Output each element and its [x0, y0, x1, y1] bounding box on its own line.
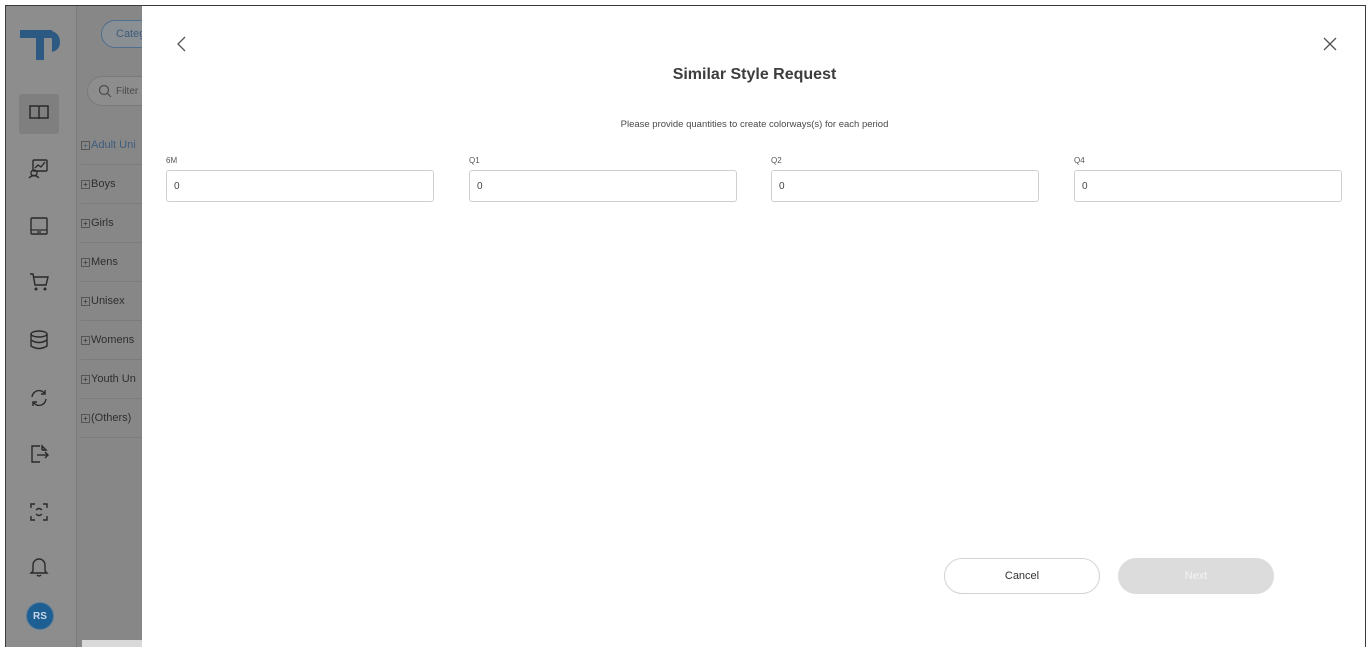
close-icon: [1323, 37, 1337, 51]
category-panel: Categ Filter + Adult Uni + Boys + Girls + Me…: [76, 6, 161, 647]
tree-item[interactable]: + Adult Uni: [81, 126, 147, 165]
left-nav-rail: RS: [6, 6, 76, 647]
tree-item-label: Youth Un: [91, 373, 136, 385]
tree-item[interactable]: + Womens: [81, 321, 147, 360]
rail-item-cart[interactable]: [23, 268, 55, 300]
period-field-q1: Q1: [469, 156, 737, 202]
tree-item[interactable]: + Boys: [81, 165, 147, 204]
field-label: Q4: [1074, 156, 1085, 165]
expand-icon: +: [81, 180, 90, 189]
cart-icon: [28, 271, 50, 298]
rail-item-scan[interactable]: [23, 498, 55, 530]
tree-item[interactable]: + Mens: [81, 243, 147, 282]
next-button[interactable]: Next: [1118, 558, 1274, 594]
expand-icon: +: [81, 375, 90, 384]
rail-item-catalog[interactable]: [19, 94, 59, 134]
sync-icon: [28, 387, 50, 414]
tree-item[interactable]: + Girls: [81, 204, 147, 243]
export-icon: [28, 443, 50, 470]
database-icon: [28, 329, 50, 356]
expand-icon: +: [81, 258, 90, 267]
expand-icon: +: [81, 414, 90, 423]
rail-item-monitor[interactable]: [23, 212, 55, 244]
rail-item-export[interactable]: [23, 440, 55, 472]
modal-subtitle: Please provide quantities to create colo…: [620, 119, 889, 130]
app-window: RS Categ Filter + Adult Uni + Boys + Girls …: [5, 5, 1366, 647]
expand-icon: +: [81, 297, 90, 306]
quantity-input-q4[interactable]: [1074, 170, 1342, 202]
panel-scrollbar[interactable]: [82, 640, 142, 647]
tree-item-label: (Others): [91, 412, 132, 424]
tree-item-label: Unisex: [91, 295, 125, 307]
catalog-book-icon: [28, 101, 50, 128]
rail-item-notifications[interactable]: [23, 552, 55, 584]
period-field-q2: Q2: [771, 156, 1039, 202]
period-field-6m: 6M: [166, 156, 434, 202]
modal-title: Similar Style Request: [672, 66, 837, 83]
quantity-input-q2[interactable]: [771, 170, 1039, 202]
quantity-input-6m[interactable]: [166, 170, 434, 202]
filter-placeholder: Filter: [116, 86, 139, 97]
analytics-chart-icon: [28, 157, 50, 184]
rail-item-database[interactable]: [23, 326, 55, 358]
field-label: 6M: [166, 156, 178, 165]
chevron-left-icon: [177, 36, 186, 52]
field-label: Q1: [469, 156, 480, 165]
scan-icon: [28, 501, 50, 528]
tree-item[interactable]: + Youth Un: [81, 360, 147, 399]
tree-item-label: Mens: [91, 256, 118, 268]
period-field-q4: Q4: [1074, 156, 1342, 202]
rail-item-analytics[interactable]: [23, 154, 55, 186]
rail-item-sync[interactable]: [23, 384, 55, 416]
tree-item-label: Adult Uni: [91, 139, 136, 151]
quantity-input-q1[interactable]: [469, 170, 737, 202]
field-label: Q2: [771, 156, 782, 165]
tree-item-label: Womens: [91, 334, 135, 346]
expand-icon: +: [81, 219, 90, 228]
expand-icon: +: [81, 336, 90, 345]
tree-item[interactable]: + (Others): [81, 399, 147, 438]
expand-icon: +: [81, 141, 90, 150]
back-button[interactable]: [172, 34, 192, 54]
close-button[interactable]: [1320, 34, 1340, 54]
tree-item-label: Boys: [91, 178, 116, 190]
cancel-button[interactable]: Cancel: [944, 558, 1100, 594]
search-icon: [98, 84, 112, 98]
brand-logo-icon: [20, 30, 60, 60]
user-avatar[interactable]: RS: [26, 602, 54, 630]
bell-icon: [28, 555, 50, 582]
similar-style-request-modal: Similar Style Request Please provide qua…: [142, 6, 1365, 647]
tree-item-label: Girls: [91, 217, 114, 229]
monitor-icon: [28, 215, 50, 242]
tree-item[interactable]: + Unisex: [81, 282, 147, 321]
